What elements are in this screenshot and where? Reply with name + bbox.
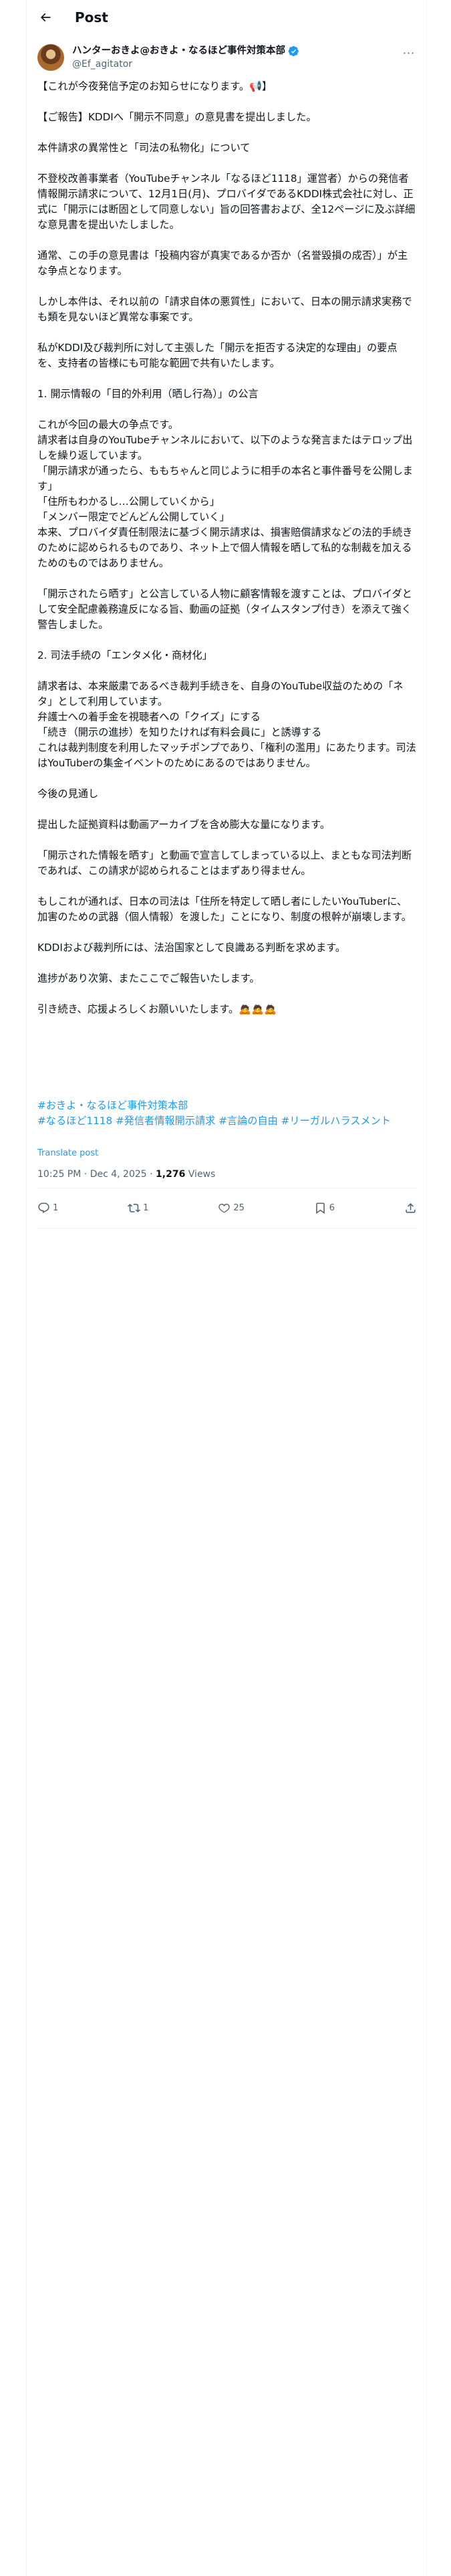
- post-time[interactable]: 10:25 PM: [37, 1169, 81, 1180]
- author-handle[interactable]: @Ef_agitator: [72, 58, 132, 71]
- paragraph-break: [37, 663, 417, 679]
- paragraph-break: [37, 279, 417, 294]
- hashtag-block: #おきよ・なるほど事件対策本部 #なるほど1118 #発信者情報開示請求 #言論…: [37, 1098, 417, 1129]
- meta-separator: ·: [150, 1169, 156, 1180]
- paragraph-break: [37, 156, 417, 171]
- post-column: Post ハンターおきよ@おきよ・なるほど事件対策本部 @Ef_agitator…: [26, 0, 427, 2576]
- paragraph-break: [37, 802, 417, 817]
- author-display-name[interactable]: ハンターおきよ@おきよ・なるほど事件対策本部: [72, 44, 285, 58]
- action-bar: 1 1 25 6: [37, 1194, 417, 1221]
- post-text-line: 2. 司法手続の「エンタメ化・商材化」: [37, 649, 212, 661]
- repost-count: 1: [143, 1202, 149, 1213]
- repost-button[interactable]: 1: [128, 1202, 148, 1214]
- verified-badge-icon: [288, 45, 299, 56]
- post-text-line: 通常、この手の意見書は「投稿内容が真実であるか否か（名誉毀損の成否）」が主な争点…: [37, 249, 408, 277]
- paragraph-break: [37, 325, 417, 340]
- repost-icon: [128, 1203, 141, 1212]
- post-text-line: 1. 開示情報の「目的外利用（晒し行為）」の公言: [37, 388, 259, 400]
- avatar[interactable]: [37, 44, 64, 71]
- post-text-line: 「開示されたら晒す」と公言している人物に顧客情報を渡すことは、プロバイダとして安…: [37, 588, 412, 631]
- post-text-line: 請求者は、本来厳粛であるべき裁判手続きを、自身のYouTube収益のための「ネタ…: [37, 680, 404, 708]
- back-button[interactable]: [37, 9, 53, 25]
- post-author: ハンターおきよ@おきよ・なるほど事件対策本部 @Ef_agitator ···: [37, 44, 417, 74]
- post-text-line: 本来、プロバイダ責任制限法に基づく開示請求は、損害賠償請求などの法的手続きのため…: [37, 526, 413, 569]
- bookmark-button[interactable]: 6: [314, 1202, 335, 1214]
- post-text-line: 請求者は自身のYouTubeチャンネルにおいて、以下のような発言またはテロップ出…: [37, 434, 413, 461]
- paragraph-break: [37, 371, 417, 387]
- top-bar: Post: [27, 0, 428, 35]
- post-text-line: しかし本件は、それ以前の「請求自体の悪質性」において、日本の開示請求実務でも類を…: [37, 296, 412, 323]
- paragraph-break: [37, 833, 417, 848]
- post-text-line: 引き続き、応援よろしくお願いいたします。🙇🙇🙇: [37, 1003, 277, 1015]
- paragraph-break: [37, 402, 417, 417]
- post-text-line: 「メンバー限定でどんどん公開していく」: [37, 511, 230, 523]
- paragraph-break: [37, 94, 417, 110]
- more-button[interactable]: ···: [401, 47, 417, 60]
- reply-icon: [38, 1202, 49, 1213]
- like-icon: [218, 1203, 231, 1212]
- post-text-line: 提出した証拠資料は動画アーカイブを含め膨大な量になります。: [37, 819, 331, 831]
- post-text-line: 「住所もわかるし…公開していくから」: [37, 496, 220, 508]
- hashtag-line[interactable]: #なるほど1118 #発信者情報開示請求 #言論の自由 #リーガルハラスメント: [37, 1113, 417, 1129]
- paragraph-break: [37, 771, 417, 786]
- translate-post-link[interactable]: Translate post: [37, 1148, 98, 1160]
- paragraph-break: [37, 986, 417, 1002]
- like-count: 25: [233, 1202, 245, 1213]
- paragraph-break: [37, 879, 417, 894]
- post-meta: 10:25 PM · Dec 4, 2025 · 1,276 Views: [37, 1168, 215, 1181]
- post-text-line: 今後の見通し: [37, 788, 99, 800]
- share-button[interactable]: [404, 1202, 417, 1214]
- reply-count: 1: [53, 1202, 59, 1213]
- post-date[interactable]: Dec 4, 2025: [90, 1169, 147, 1180]
- paragraph-break: [37, 125, 417, 140]
- back-arrow-icon: [40, 13, 51, 22]
- post-text-line: 【これが今夜発信予定のお知らせになります。📢】: [37, 80, 273, 92]
- post-text-line: これは裁判制度を利用したマッチポンプであり、「権利の濫用」にあたります。司法はY…: [37, 742, 416, 769]
- paragraph-break: [37, 633, 417, 648]
- post-text: 【これが今夜発信予定のお知らせになります。📢】【ご報告】KDDIへ「開示不同意」…: [37, 79, 417, 1017]
- paragraph-break: [37, 571, 417, 586]
- post-text-line: 「開示請求が通ったら、ももちゃんと同じように相手の本名と事件番号を公開します」: [37, 465, 413, 492]
- post-text-line: 私がKDDI及び裁判所に対して主張した「開示を拒否する決定的な理由」の要点を、支…: [37, 342, 398, 369]
- post-text-line: 不登校改善事業者（YouTubeチャンネル「なるほど1118」運営者）からの発信…: [37, 173, 416, 231]
- post-text-line: 「続き（開示の進捗）を知りたければ有料会員に」と誘導する: [37, 726, 322, 738]
- bookmark-count: 6: [329, 1202, 335, 1213]
- views-label: Views: [188, 1169, 216, 1180]
- paragraph-break: [37, 925, 417, 940]
- meta-separator: ·: [84, 1169, 90, 1180]
- reply-button[interactable]: 1: [37, 1202, 58, 1214]
- views-count: 1,276: [156, 1169, 186, 1180]
- author-name-row[interactable]: ハンターおきよ@おきよ・なるほど事件対策本部: [72, 44, 299, 58]
- post-text-line: 弁護士への着手金を視聴者への「クイズ」にする: [37, 711, 261, 723]
- post-text-line: 本件請求の異常性と「司法の私物化」について: [37, 142, 251, 154]
- hashtag-line[interactable]: #おきよ・なるほど事件対策本部: [37, 1098, 417, 1113]
- post-text-line: 進捗があり次第、またここでご報告いたします。: [37, 972, 260, 984]
- paragraph-break: [37, 233, 417, 248]
- more-icon: ···: [402, 47, 416, 60]
- share-icon: [406, 1202, 416, 1213]
- post-text-line: 「開示された情報を晒す」と動画で宣言してしまっている以上、まともな司法判断であれ…: [37, 849, 412, 877]
- post-text-line: これが今回の最大の争点です。: [37, 419, 179, 431]
- like-button[interactable]: 25: [218, 1202, 245, 1214]
- bookmark-icon: [315, 1202, 325, 1214]
- post-text-line: 【ご報告】KDDIへ「開示不同意」の意見書を提出しました。: [37, 111, 317, 123]
- paragraph-break: [37, 956, 417, 971]
- page-title: Post: [75, 9, 108, 25]
- post-text-line: もしこれが通れば、日本の司法は「住所を特定して晒し者にしたいYouTuberに、…: [37, 895, 412, 923]
- post-text-line: KDDIおよび裁判所には、法治国家として良識ある判断を求めます。: [37, 942, 346, 954]
